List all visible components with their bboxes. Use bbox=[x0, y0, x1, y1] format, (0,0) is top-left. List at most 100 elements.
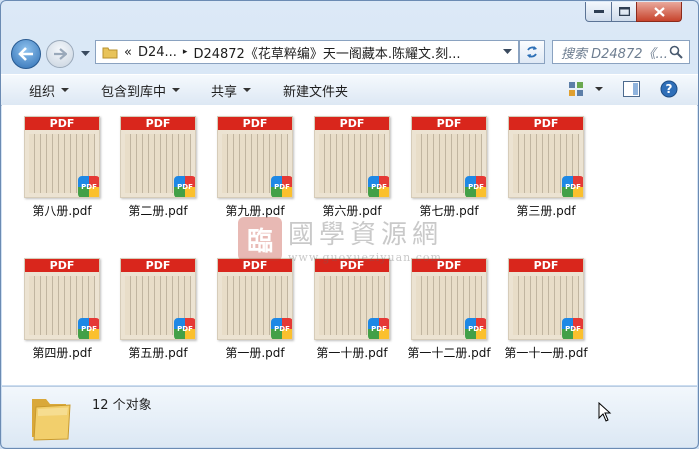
pdf-thumbnail: PDF PDF bbox=[411, 116, 487, 198]
file-item[interactable]: PDF PDF 第二册.pdf bbox=[112, 116, 204, 219]
new-folder-label: 新建文件夹 bbox=[283, 85, 349, 100]
pdf-band: PDF bbox=[509, 259, 583, 272]
address-dropdown-icon[interactable] bbox=[503, 49, 512, 55]
file-item[interactable]: PDF PDF 第一十二册.pdf bbox=[403, 258, 495, 361]
search-icon[interactable] bbox=[669, 45, 683, 59]
view-options-dropdown[interactable] bbox=[595, 87, 603, 92]
command-bar: 组织 包含到库中 共享 新建文件夹 ? bbox=[1, 74, 698, 106]
minimize-button[interactable] bbox=[585, 2, 612, 22]
file-item[interactable]: PDF PDF 第八册.pdf bbox=[16, 116, 108, 219]
help-icon: ? bbox=[660, 80, 678, 98]
pdf-app-icon: PDF bbox=[465, 176, 486, 197]
pdf-app-icon: PDF bbox=[562, 176, 583, 197]
recent-pages-dropdown[interactable] bbox=[81, 46, 90, 60]
forward-arrow-icon bbox=[54, 48, 67, 60]
file-name: 第八册.pdf bbox=[32, 204, 92, 218]
maximize-icon bbox=[618, 7, 630, 16]
pdf-app-icon: PDF bbox=[174, 318, 195, 339]
pdf-band: PDF bbox=[121, 259, 195, 272]
preview-pane-button[interactable] bbox=[623, 81, 640, 97]
title-bar bbox=[1, 1, 698, 33]
file-name: 第三册.pdf bbox=[516, 204, 576, 218]
pdf-app-icon: PDF bbox=[174, 176, 195, 197]
file-item[interactable]: PDF PDF 第四册.pdf bbox=[16, 258, 108, 361]
pdf-app-icon: PDF bbox=[78, 318, 99, 339]
organize-button[interactable]: 组织 bbox=[29, 81, 70, 100]
chevron-down-icon bbox=[595, 87, 603, 91]
include-in-library-label: 包含到库中 bbox=[101, 85, 167, 100]
mouse-pointer-icon bbox=[598, 402, 612, 422]
chevron-down-icon bbox=[243, 88, 252, 92]
file-list[interactable]: PDF PDF 第八册.pdf PDF PDF 第二册.pdf PDF PDF … bbox=[2, 105, 697, 385]
pdf-thumbnail: PDF PDF bbox=[508, 258, 584, 340]
file-item[interactable]: PDF PDF 第三册.pdf bbox=[500, 116, 592, 219]
pdf-band: PDF bbox=[25, 259, 99, 272]
pdf-band: PDF bbox=[315, 117, 389, 130]
watermark-text: 國學資源網 www.guoxueziyuan.com bbox=[288, 214, 443, 264]
file-name: 第五册.pdf bbox=[128, 346, 188, 360]
details-pane: 12 个对象 bbox=[2, 386, 697, 447]
file-name: 第一十一册.pdf bbox=[504, 346, 588, 360]
search-input[interactable]: 搜索 D24872《... bbox=[552, 40, 690, 64]
file-item[interactable]: PDF PDF 第五册.pdf bbox=[112, 258, 204, 361]
pdf-thumbnail: PDF PDF bbox=[120, 258, 196, 340]
file-name: 第一册.pdf bbox=[225, 346, 285, 360]
change-view-button[interactable] bbox=[568, 81, 584, 97]
search-placeholder: 搜索 D24872《... bbox=[561, 46, 668, 62]
back-arrow-icon bbox=[18, 47, 33, 61]
pdf-band: PDF bbox=[121, 117, 195, 130]
pdf-band: PDF bbox=[218, 117, 292, 130]
file-item[interactable]: PDF PDF 第九册.pdf bbox=[209, 116, 301, 219]
back-button[interactable] bbox=[11, 39, 41, 69]
breadcrumb-separator-icon[interactable]: ▸ bbox=[183, 47, 188, 57]
svg-text:?: ? bbox=[666, 82, 673, 96]
chevron-down-icon bbox=[172, 88, 181, 92]
share-button[interactable]: 共享 bbox=[211, 81, 252, 100]
forward-button[interactable] bbox=[46, 40, 74, 68]
view-grid-icon bbox=[569, 82, 583, 96]
chevron-down-icon bbox=[81, 51, 90, 56]
file-item[interactable]: PDF PDF 第七册.pdf bbox=[403, 116, 495, 219]
pdf-thumbnail: PDF PDF bbox=[314, 116, 390, 198]
pdf-thumbnail: PDF PDF bbox=[508, 116, 584, 198]
file-name: 第二册.pdf bbox=[128, 204, 188, 218]
folder-large-icon bbox=[32, 399, 71, 441]
new-folder-button[interactable]: 新建文件夹 bbox=[283, 81, 348, 100]
watermark-seal: 臨 bbox=[238, 217, 282, 261]
file-item[interactable]: PDF PDF 第一十一册.pdf bbox=[500, 258, 592, 361]
file-item[interactable]: PDF PDF 第一十册.pdf bbox=[306, 258, 398, 361]
preview-pane-icon bbox=[623, 81, 640, 97]
include-in-library-button[interactable]: 包含到库中 bbox=[101, 81, 181, 100]
file-item[interactable]: PDF PDF 第一册.pdf bbox=[209, 258, 301, 361]
pdf-thumbnail: PDF PDF bbox=[217, 116, 293, 198]
close-button[interactable] bbox=[636, 2, 682, 22]
share-label: 共享 bbox=[211, 85, 238, 100]
pdf-app-icon: PDF bbox=[368, 318, 389, 339]
navigation-row: « D24... ▸ D24872《花草粹编》天一阁藏本.陈耀文.刻... 搜索… bbox=[1, 37, 698, 69]
file-item[interactable]: PDF PDF 第六册.pdf bbox=[306, 116, 398, 219]
refresh-icon bbox=[527, 46, 537, 58]
file-name: 第四册.pdf bbox=[32, 346, 92, 360]
breadcrumb-segment[interactable]: D24... bbox=[138, 45, 177, 60]
chevron-down-icon bbox=[61, 88, 70, 92]
pdf-band: PDF bbox=[509, 117, 583, 130]
minimize-icon bbox=[593, 9, 604, 13]
address-bar[interactable]: « D24... ▸ D24872《花草粹编》天一阁藏本.陈耀文.刻... bbox=[95, 40, 519, 64]
pdf-thumbnail: PDF PDF bbox=[24, 116, 100, 198]
address-overflow-chevron[interactable]: « bbox=[124, 45, 132, 60]
refresh-button[interactable] bbox=[519, 40, 545, 64]
breadcrumb-segment[interactable]: D24872《花草粹编》天一阁藏本.陈耀文.刻... bbox=[193, 43, 460, 62]
watermark-title: 國學資源網 bbox=[288, 220, 444, 250]
maximize-button[interactable] bbox=[611, 2, 637, 22]
folder-icon bbox=[102, 47, 118, 59]
pdf-thumbnail: PDF PDF bbox=[120, 116, 196, 198]
item-count: 12 个对象 bbox=[92, 398, 152, 413]
help-button[interactable]: ? bbox=[660, 80, 678, 98]
pdf-band: PDF bbox=[412, 117, 486, 130]
close-icon bbox=[653, 6, 665, 17]
pdf-app-icon: PDF bbox=[562, 318, 583, 339]
watermark-url: www.guoxueziyuan.com bbox=[288, 251, 442, 264]
file-name: 第一十二册.pdf bbox=[407, 346, 491, 360]
pdf-app-icon: PDF bbox=[465, 318, 486, 339]
pdf-app-icon: PDF bbox=[271, 176, 292, 197]
